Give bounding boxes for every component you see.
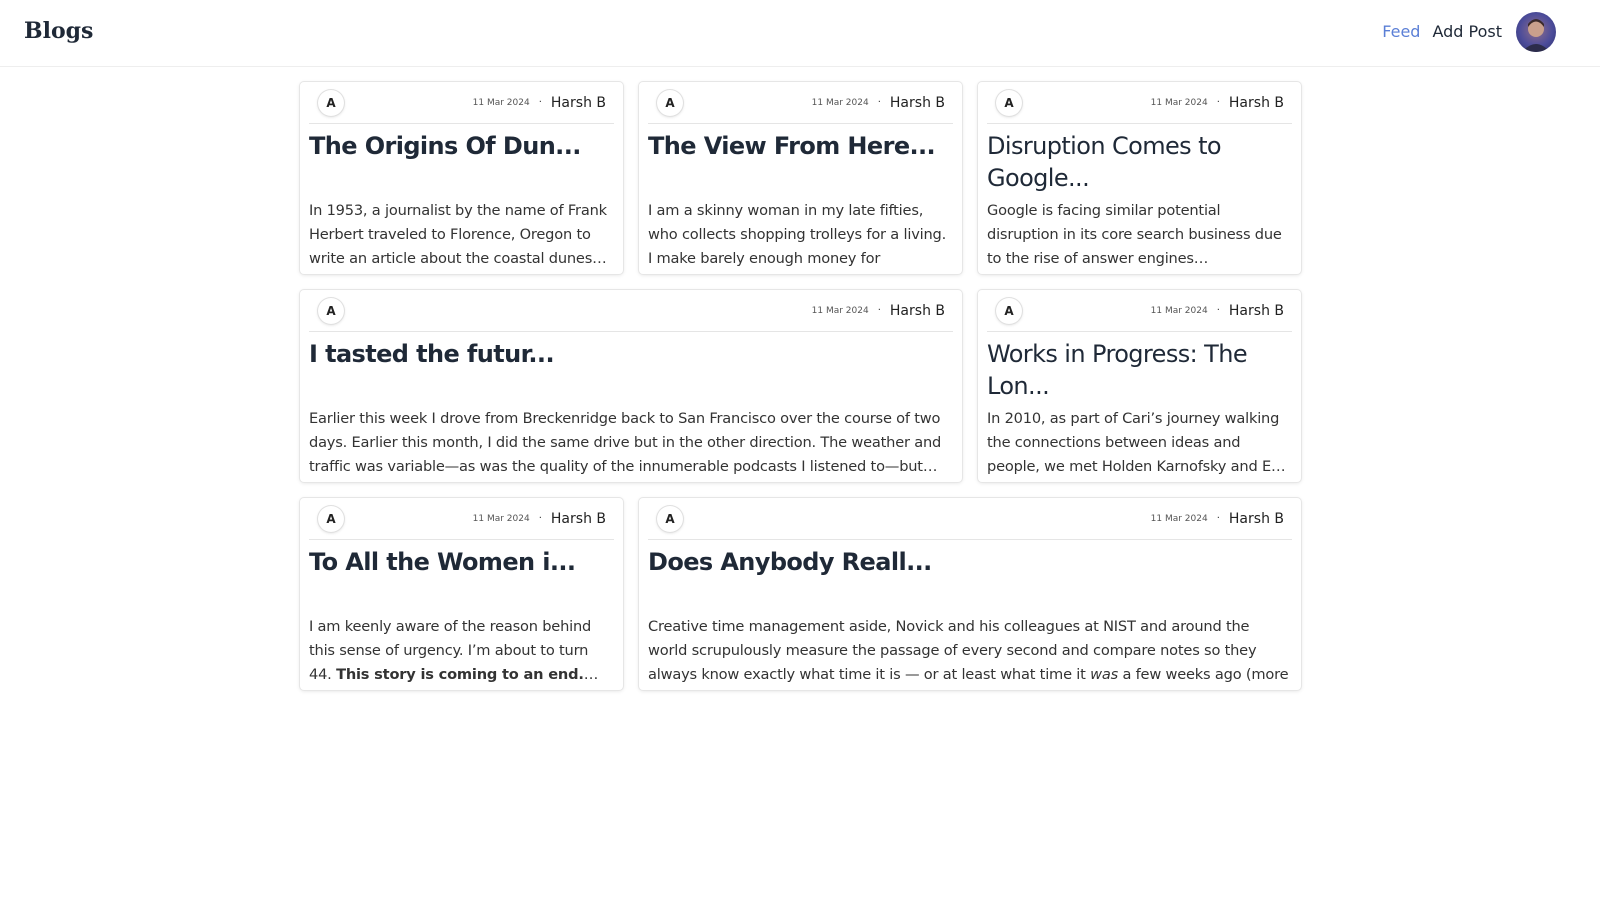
nav-links: Feed Add Post <box>1382 22 1502 41</box>
post-card-header: A 11 Mar 2024 · Harsh B <box>309 290 953 332</box>
post-author: Harsh B <box>1228 510 1284 527</box>
post-grid: A 11 Mar 2024 · Harsh B The Origins Of D… <box>300 82 1301 690</box>
post-card[interactable]: A 11 Mar 2024 · Harsh B The View From He… <box>639 82 962 274</box>
post-date: 11 Mar 2024 <box>811 97 869 108</box>
nav-feed-link[interactable]: Feed <box>1382 22 1420 41</box>
post-title[interactable]: Disruption Comes to Google... <box>987 130 1292 194</box>
post-card-header: A 11 Mar 2024 · Harsh B <box>309 82 614 124</box>
post-card[interactable]: A 11 Mar 2024 · Harsh B Works in Progres… <box>978 290 1301 482</box>
author-initial-avatar: A <box>657 90 683 116</box>
meta-separator: · <box>877 97 881 108</box>
post-meta: 11 Mar 2024 · Harsh B <box>812 95 945 111</box>
post-card[interactable]: A 11 Mar 2024 · Harsh B I tasted the fut… <box>300 290 962 482</box>
post-excerpt: In 2010, as part of Cari’s journey walki… <box>987 410 1286 475</box>
post-card[interactable]: A 11 Mar 2024 · Harsh B The Origins Of D… <box>300 82 623 274</box>
site-logo[interactable]: Blogs <box>24 18 93 44</box>
post-excerpt: I am keenly aware of the reason behind t… <box>309 615 614 687</box>
post-title[interactable]: Does Anybody Reall... <box>648 546 1292 610</box>
post-author: Harsh B <box>1228 94 1284 111</box>
post-author: Harsh B <box>889 94 945 111</box>
author-initial-avatar: A <box>996 90 1022 116</box>
excerpt-ellipsis: … <box>583 666 599 683</box>
author-initial-avatar: A <box>996 298 1022 324</box>
author-initial-avatar: A <box>657 506 683 532</box>
post-author: Harsh B <box>889 302 945 319</box>
post-author: Harsh B <box>1228 302 1284 319</box>
post-card-header: A 11 Mar 2024 · Harsh B <box>648 82 953 124</box>
user-avatar[interactable] <box>1516 12 1556 52</box>
post-card[interactable]: A 11 Mar 2024 · Harsh B To All the Women… <box>300 498 623 690</box>
post-author: Harsh B <box>550 94 606 111</box>
top-navbar: Blogs Feed Add Post <box>0 0 1600 67</box>
meta-separator: · <box>1216 97 1220 108</box>
author-initial-avatar: A <box>318 90 344 116</box>
author-initial-avatar: A <box>318 506 344 532</box>
meta-separator: · <box>1216 513 1220 524</box>
post-meta: 11 Mar 2024 · Harsh B <box>812 303 945 319</box>
meta-separator: · <box>538 513 542 524</box>
meta-separator: · <box>877 305 881 316</box>
post-date: 11 Mar 2024 <box>1150 305 1208 316</box>
author-initial-avatar: A <box>318 298 344 324</box>
post-excerpt: Google is facing similar potential disru… <box>987 202 1282 267</box>
post-title[interactable]: To All the Women i... <box>309 546 614 610</box>
post-excerpt: In 1953, a journalist by the name of Fra… <box>309 202 607 267</box>
post-card-header: A 11 Mar 2024 · Harsh B <box>309 498 614 540</box>
user-avatar-image <box>1522 19 1550 52</box>
post-date: 11 Mar 2024 <box>1150 97 1208 108</box>
post-meta: 11 Mar 2024 · Harsh B <box>473 95 606 111</box>
post-meta: 11 Mar 2024 · Harsh B <box>1151 511 1284 527</box>
post-meta: 11 Mar 2024 · Harsh B <box>1151 95 1284 111</box>
post-date: 11 Mar 2024 <box>472 513 530 524</box>
post-card[interactable]: A 11 Mar 2024 · Harsh B Disruption Comes… <box>978 82 1301 274</box>
meta-separator: · <box>1216 305 1220 316</box>
nav-add-post-link[interactable]: Add Post <box>1432 22 1502 41</box>
post-title[interactable]: I tasted the futur... <box>309 338 953 402</box>
post-excerpt: Creative time management aside, Novick a… <box>648 615 1292 687</box>
post-title[interactable]: Works in Progress: The Lon... <box>987 338 1292 402</box>
meta-separator: · <box>538 97 542 108</box>
post-date: 11 Mar 2024 <box>1150 513 1208 524</box>
post-title[interactable]: The View From Here... <box>648 130 953 194</box>
post-meta: 11 Mar 2024 · Harsh B <box>473 511 606 527</box>
post-excerpt: I am a skinny woman in my late fifties, … <box>648 202 947 267</box>
post-card-header: A 11 Mar 2024 · Harsh B <box>987 82 1292 124</box>
post-card[interactable]: A 11 Mar 2024 · Harsh B Does Anybody Rea… <box>639 498 1301 690</box>
post-author: Harsh B <box>550 510 606 527</box>
excerpt-bold-text: This story is coming to an end. <box>336 666 584 683</box>
post-card-header: A 11 Mar 2024 · Harsh B <box>987 290 1292 332</box>
post-date: 11 Mar 2024 <box>811 305 869 316</box>
post-card-header: A 11 Mar 2024 · Harsh B <box>648 498 1292 540</box>
post-date: 11 Mar 2024 <box>472 97 530 108</box>
post-meta: 11 Mar 2024 · Harsh B <box>1151 303 1284 319</box>
post-title[interactable]: The Origins Of Dun... <box>309 130 614 194</box>
excerpt-italic-text: was <box>1090 666 1118 683</box>
post-excerpt: Earlier this week I drove from Breckenri… <box>309 410 942 475</box>
